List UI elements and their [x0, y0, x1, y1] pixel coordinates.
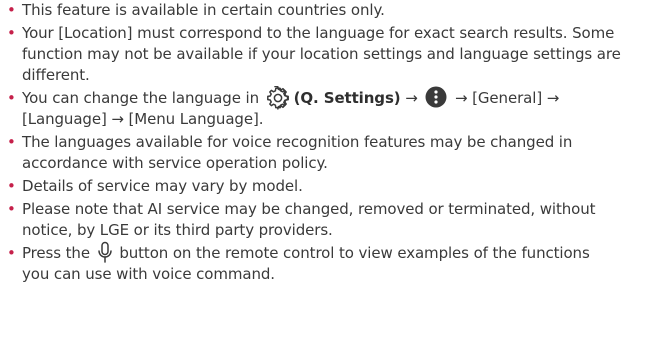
item-text: The languages available for voice recogn… — [22, 133, 573, 151]
item-text-prefix: You can change the language in — [22, 89, 264, 107]
item-text: different. — [22, 66, 90, 84]
item-text: notice, by LGE or its third party provid… — [22, 221, 333, 239]
arrow: → — [405, 89, 418, 107]
item-text-prefix: Press the — [22, 244, 95, 262]
q-settings-label: (Q. Settings) — [293, 89, 401, 107]
item-text: Your [Location] must correspond to the l… — [22, 24, 615, 42]
item-text: [Language] → [Menu Language]. — [22, 110, 264, 128]
item-text-suffix: button on the remote control to view exa… — [119, 244, 590, 262]
item-text: Please note that AI service may be chang… — [22, 200, 596, 218]
list-item: • Details of service may vary by model. — [0, 176, 657, 197]
settings-gear-icon — [264, 86, 294, 110]
bullet: • — [7, 1, 16, 19]
arrow: → — [546, 89, 560, 107]
list-item: • You can change the language in (Q. Set… — [0, 86, 657, 130]
list-item: • Please note that AI service may be cha… — [0, 199, 657, 241]
list-item: • Your [Location] must correspond to the… — [0, 23, 657, 86]
arrow: → — [455, 89, 468, 107]
item-text: accordance with service operation policy… — [22, 154, 328, 172]
item-text: Details of service may vary by model. — [22, 177, 303, 195]
bullet: • — [7, 244, 16, 262]
bullet: • — [7, 177, 16, 195]
item-text-suffix: [General] — [472, 89, 543, 107]
item-text: This feature is available in certain cou… — [22, 1, 385, 19]
more-vertical-dots-icon — [422, 86, 450, 109]
item-text: you can use with voice command. — [22, 265, 275, 283]
list-item: • Press the button on the remote control… — [0, 241, 657, 285]
bullet: • — [7, 89, 16, 107]
item-text: function may not be available if your lo… — [22, 45, 621, 63]
microphone-icon — [95, 241, 115, 264]
item-text: You can change the language in (Q. Setti… — [22, 86, 657, 110]
bullet: • — [7, 200, 16, 218]
bullet: • — [7, 24, 16, 42]
list-item: • This feature is available in certain c… — [0, 0, 657, 21]
list-item: • The languages available for voice reco… — [0, 132, 657, 174]
info-bullet-list: • This feature is available in certain c… — [0, 0, 657, 287]
bullet: • — [7, 133, 16, 151]
item-text: Press the button on the remote control t… — [22, 241, 657, 264]
